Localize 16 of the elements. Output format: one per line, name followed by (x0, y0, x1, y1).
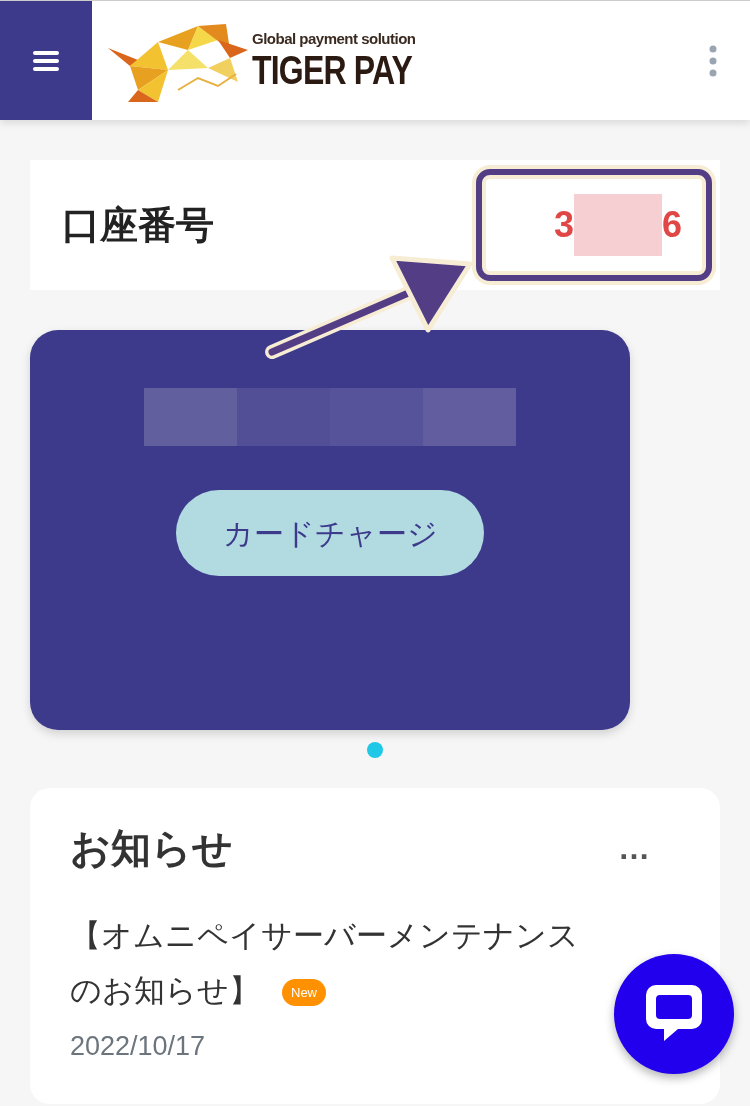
logo-text: TIGER PAY (252, 50, 412, 90)
account-number-label: 口座番号 (62, 202, 214, 248)
notice-heading: お知らせ (70, 825, 233, 872)
account-number-end: 6 (661, 203, 682, 247)
notice-date: 2022/10/17 (70, 1030, 207, 1064)
card-charge-button[interactable]: カードチャージ (176, 490, 484, 576)
new-badge: New (282, 979, 326, 1007)
logo-tagline: Global payment solution (252, 31, 417, 46)
notice-title-line[interactable]: 【オムニペイサーバーメンテナンス (70, 918, 579, 953)
menu-button[interactable] (0, 1, 92, 120)
account-number-start: 3 (553, 203, 574, 247)
more-link[interactable]: … (618, 824, 650, 872)
notice-title-line[interactable]: のお知らせ】 (70, 973, 260, 1008)
carousel-dot[interactable] (367, 742, 383, 758)
menu-icon (33, 49, 59, 72)
kebab-icon (709, 44, 717, 77)
